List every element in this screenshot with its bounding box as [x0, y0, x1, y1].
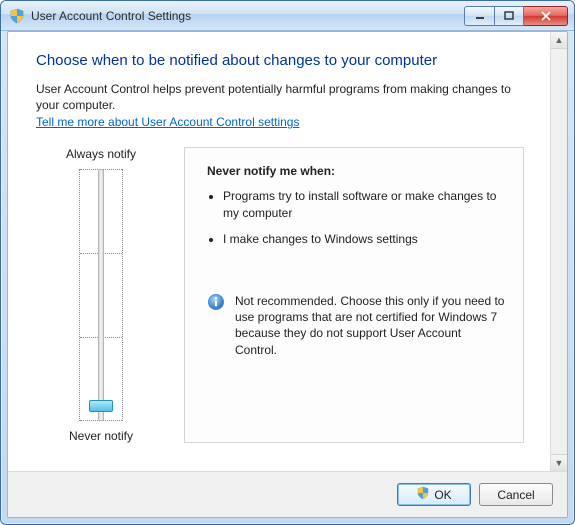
close-button[interactable] [524, 6, 568, 26]
uac-shield-icon [416, 486, 430, 503]
cancel-button-label: Cancel [497, 488, 534, 502]
cancel-button[interactable]: Cancel [479, 483, 553, 506]
page-heading: Choose when to be notified about changes… [36, 52, 524, 69]
titlebar[interactable]: User Account Control Settings [1, 1, 574, 31]
ok-button-label: OK [434, 488, 451, 502]
notification-level-slider[interactable] [79, 169, 123, 421]
description-title: Never notify me when: [207, 164, 505, 178]
slider-label-bottom: Never notify [36, 429, 166, 443]
maximize-button[interactable] [494, 6, 524, 26]
ok-button[interactable]: OK [397, 483, 471, 506]
button-bar: OK Cancel [8, 471, 567, 517]
description-bullet: I make changes to Windows settings [223, 231, 505, 247]
info-icon [207, 293, 225, 311]
window-controls [464, 6, 568, 26]
content: Choose when to be notified about changes… [8, 32, 550, 471]
vertical-scrollbar[interactable]: ▲ ▼ [550, 32, 567, 471]
scroll-up-arrow-icon[interactable]: ▲ [551, 32, 567, 49]
window-title: User Account Control Settings [31, 9, 464, 23]
slider-column: Always notify Nev [36, 147, 166, 443]
slider-thumb[interactable] [89, 400, 113, 412]
uac-window: User Account Control Settings Choose whe… [0, 0, 575, 525]
intro-text: User Account Control helps prevent poten… [36, 81, 524, 113]
description-bullet: Programs try to install software or make… [223, 188, 505, 220]
scroll-down-arrow-icon[interactable]: ▼ [551, 454, 567, 471]
slider-label-top: Always notify [36, 147, 166, 161]
info-text: Not recommended. Choose this only if you… [235, 293, 505, 358]
help-link[interactable]: Tell me more about User Account Control … [36, 115, 299, 129]
minimize-button[interactable] [464, 6, 494, 26]
uac-shield-icon [9, 8, 25, 24]
description-panel: Never notify me when: Programs try to in… [184, 147, 524, 443]
client-area: Choose when to be notified about changes… [7, 31, 568, 518]
